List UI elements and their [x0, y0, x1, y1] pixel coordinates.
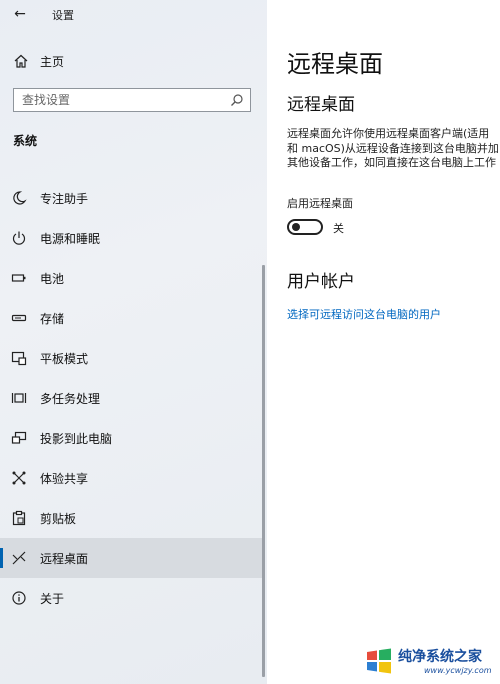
sidebar: ← 设置 主页 系统 专注助手 电源和睡眠 [0, 0, 267, 684]
sidebar-item-label: 存储 [40, 312, 65, 326]
back-button[interactable]: ← [10, 5, 30, 23]
search-icon[interactable] [230, 93, 244, 107]
sidebar-scrollbar[interactable] [262, 265, 265, 677]
multitasking-icon [11, 390, 27, 406]
clipboard-icon [11, 510, 27, 526]
remote-desktop-toggle[interactable] [287, 219, 323, 235]
shared-experiences-icon [11, 470, 27, 486]
watermark-text: 纯净系统之家 [398, 649, 482, 665]
remote-desktop-icon [11, 550, 27, 566]
description: 远程桌面允许你使用远程桌面客户端(适用 和 macOS)从远程设备连接到这台电脑… [287, 127, 500, 171]
sidebar-item-multitasking[interactable]: 多任务处理 [0, 378, 262, 418]
title-bar: ← 设置 [0, 0, 267, 28]
sidebar-item-label: 关于 [40, 592, 65, 606]
sidebar-item-label: 体验共享 [40, 472, 89, 486]
sidebar-item-label: 电池 [40, 272, 65, 286]
sidebar-nav: 专注助手 电源和睡眠 电池 存储 平板模式 多任务处理 投影到此电脑 体验共享 … [0, 178, 262, 618]
storage-icon [11, 310, 27, 326]
sidebar-item-project-to-pc[interactable]: 投影到此电脑 [0, 418, 262, 458]
sidebar-item-focus-assist[interactable]: 专注助手 [0, 178, 262, 218]
sidebar-item-label: 投影到此电脑 [40, 432, 113, 446]
sidebar-item-shared-experiences[interactable]: 体验共享 [0, 458, 262, 498]
sidebar-item-label: 剪贴板 [40, 512, 77, 526]
description-line: 和 macOS)从远程设备连接到这台电脑并加 [287, 141, 499, 155]
sidebar-item-home[interactable]: 主页 [0, 46, 262, 76]
description-line: 其他设备工作，如同直接在这台电脑上工作 [287, 156, 496, 169]
select-users-link[interactable]: 选择可远程访问这台电脑的用户 [287, 306, 441, 322]
sidebar-item-about[interactable]: 关于 [0, 578, 262, 618]
sidebar-item-battery[interactable]: 电池 [0, 258, 262, 298]
description-line: 远程桌面允许你使用远程桌面客户端(适用 [287, 127, 490, 140]
sidebar-item-tablet-mode[interactable]: 平板模式 [0, 338, 262, 378]
sidebar-item-label: 远程桌面 [40, 552, 89, 566]
toggle-knob [292, 223, 300, 231]
power-icon [11, 230, 27, 246]
active-indicator [0, 548, 3, 568]
main-content: 远程桌面 远程桌面 远程桌面允许你使用远程桌面客户端(适用 和 macOS)从远… [267, 0, 500, 684]
window-title: 设置 [52, 9, 74, 22]
toggle-state-text: 关 [333, 222, 344, 235]
windows-logo-icon [364, 646, 394, 676]
sidebar-item-label: 平板模式 [40, 352, 89, 366]
toggle-label: 启用远程桌面 [287, 197, 353, 210]
search-input[interactable] [22, 92, 222, 108]
section-title: 系统 [13, 134, 38, 148]
page-title: 远程桌面 [287, 50, 383, 78]
sidebar-item-clipboard[interactable]: 剪贴板 [0, 498, 262, 538]
section-heading: 远程桌面 [287, 95, 355, 115]
search-box[interactable] [13, 88, 251, 112]
sidebar-item-label: 专注助手 [40, 192, 89, 206]
watermark-url: www.ycwjzy.com [424, 666, 492, 675]
moon-icon [11, 190, 27, 206]
sidebar-item-power-sleep[interactable]: 电源和睡眠 [0, 218, 262, 258]
sidebar-item-storage[interactable]: 存储 [0, 298, 262, 338]
sidebar-item-remote-desktop[interactable]: 远程桌面 [0, 538, 262, 578]
user-accounts-heading: 用户帐户 [287, 272, 355, 292]
tablet-mode-icon [11, 350, 27, 366]
sidebar-item-label: 多任务处理 [40, 392, 101, 406]
home-icon [13, 53, 29, 69]
project-icon [11, 430, 27, 446]
watermark: 纯净系统之家 www.ycwjzy.com [358, 640, 500, 684]
info-icon [11, 590, 27, 606]
sidebar-item-label: 电源和睡眠 [40, 232, 101, 246]
sidebar-item-label: 主页 [40, 55, 65, 69]
battery-icon [11, 270, 27, 286]
